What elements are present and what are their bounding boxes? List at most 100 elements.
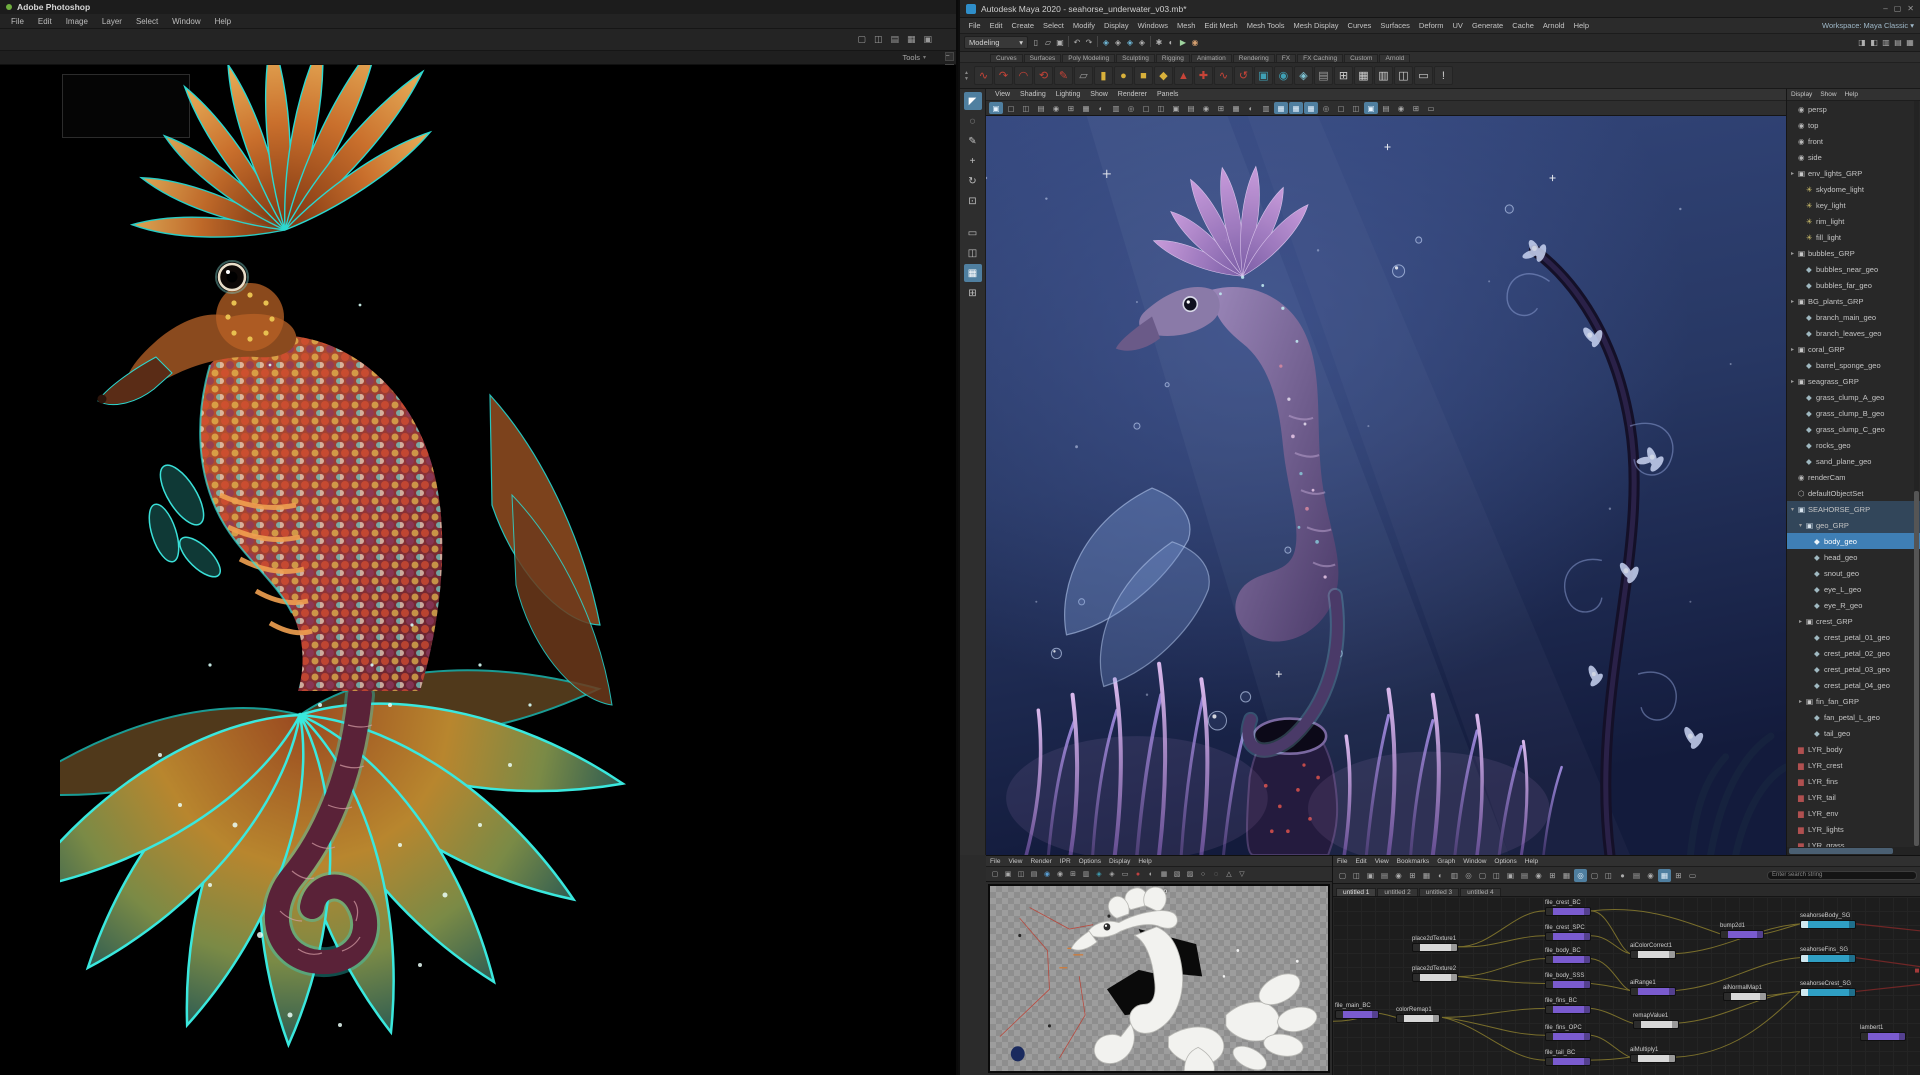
outliner-item[interactable]: ◉ persp [1787, 101, 1920, 117]
menu-item[interactable]: Deform [1414, 21, 1448, 30]
render-view-icon[interactable]: ▭ [1119, 868, 1131, 880]
shelf-tool-icon[interactable]: ▭ [1414, 66, 1433, 85]
node-editor-icon[interactable]: ⊞ [1546, 869, 1559, 882]
panel-menu-item[interactable]: Panels [1152, 91, 1183, 98]
render-view-icon[interactable]: ▤ [1028, 868, 1040, 880]
node-input-port[interactable] [1801, 989, 1808, 996]
node-editor-icon[interactable]: ▤ [1378, 869, 1391, 882]
layout-shortcut-icon[interactable]: ▭ [964, 224, 982, 242]
render-view-icon[interactable]: ▽ [1236, 868, 1248, 880]
shelf-tool-icon[interactable]: ▱ [1074, 66, 1093, 85]
outliner-item[interactable]: ▾ ▣ geo_GRP [1787, 517, 1920, 533]
status-icon[interactable]: ◐ [1165, 36, 1177, 49]
outliner-item[interactable]: ◆ sand_plane_geo [1787, 453, 1920, 469]
node-editor-icon[interactable]: ⊞ [1672, 869, 1685, 882]
outliner-item[interactable]: ▸ ▣ bubbles_GRP [1787, 245, 1920, 261]
shader-node[interactable]: place2dTexture2 [1412, 973, 1458, 982]
shelf-tab[interactable]: Rigging [1156, 54, 1190, 62]
outliner-item[interactable]: ✳ fill_light [1787, 229, 1920, 245]
node-output-port[interactable] [1451, 944, 1457, 951]
shader-node[interactable]: seahorseCrest_SG [1800, 988, 1856, 997]
shader-node[interactable]: aiColorCorrect1 [1630, 950, 1676, 959]
viewport-toggle-icon[interactable]: ◫ [1349, 102, 1363, 114]
status-icon[interactable]: ▱ [1042, 36, 1054, 49]
panel-menu-item[interactable]: Bookmarks [1393, 858, 1434, 865]
node-output-port[interactable] [1584, 1006, 1590, 1013]
shelf-tab[interactable]: Arnold [1379, 54, 1410, 62]
outliner-item[interactable]: ▆ LYR_body [1787, 741, 1920, 757]
node-output-port[interactable] [1899, 1033, 1905, 1040]
outliner-item[interactable]: ▆ LYR_grass [1787, 837, 1920, 847]
outliner-item[interactable]: ▆ LYR_tail [1787, 789, 1920, 805]
node-input-port[interactable] [1631, 951, 1638, 958]
outliner-item[interactable]: ◆ tail_geo [1787, 725, 1920, 741]
viewport-toggle-icon[interactable]: ▦ [1229, 102, 1243, 114]
viewport-toggle-icon[interactable]: ▣ [1364, 102, 1378, 114]
outliner-item[interactable]: ◉ front [1787, 133, 1920, 149]
outliner-vertical-scrollbar[interactable] [1914, 101, 1919, 847]
viewport-toggle-icon[interactable]: ▥ [1109, 102, 1123, 114]
render-view-icon[interactable]: ○ [1197, 868, 1209, 880]
viewport-toggle-icon[interactable]: ◎ [1319, 102, 1333, 114]
node-output-port[interactable] [1584, 956, 1590, 963]
expand-arrow-icon[interactable]: ▾ [1791, 506, 1798, 513]
node-editor-icon[interactable]: ◎ [1574, 869, 1587, 882]
viewport-canvas[interactable] [986, 116, 1786, 855]
render-view-icon[interactable]: ▢ [989, 868, 1001, 880]
node-editor-icon[interactable]: ▤ [1630, 869, 1643, 882]
shader-node[interactable]: bump2d1 [1720, 930, 1764, 939]
layout-shortcut-icon[interactable]: ▦ [964, 264, 982, 282]
menu-item[interactable]: Arnold [1538, 21, 1569, 30]
shelf-tab[interactable]: Poly Modeling [1062, 54, 1115, 62]
node-editor-tab[interactable]: untitled 1 [1336, 888, 1376, 896]
panel-menu-item[interactable]: Shading [1015, 91, 1051, 98]
node-input-port[interactable] [1721, 931, 1728, 938]
panel-menu-item[interactable]: File [986, 858, 1004, 865]
render-view-icon[interactable]: ● [1132, 868, 1144, 880]
node-output-port[interactable] [1672, 1021, 1678, 1028]
menu-item[interactable]: Create [1007, 21, 1039, 30]
render-view-icon[interactable]: ◈ [1093, 868, 1105, 880]
node-input-port[interactable] [1413, 944, 1420, 951]
outliner-item[interactable]: ◆ branch_leaves_geo [1787, 325, 1920, 341]
outliner-item[interactable]: ◆ crest_petal_04_geo [1787, 677, 1920, 693]
panel-menu-item[interactable]: Help [1134, 858, 1155, 865]
node-input-port[interactable] [1861, 1033, 1868, 1040]
shader-node[interactable]: aiRange1 [1630, 987, 1676, 996]
viewport-toggle-icon[interactable]: ▣ [989, 102, 1003, 114]
outliner-item[interactable]: ▸ ▣ coral_GRP [1787, 341, 1920, 357]
node-input-port[interactable] [1634, 1021, 1641, 1028]
node-editor-icon[interactable]: ▥ [1448, 869, 1461, 882]
viewport-toggle-icon[interactable]: ◫ [1019, 102, 1033, 114]
shader-node[interactable]: file_fins_OPC [1545, 1032, 1591, 1041]
panel-menu-item[interactable]: Options [1490, 858, 1520, 865]
outliner-item[interactable]: ▸ ▣ seagrass_GRP [1787, 373, 1920, 389]
node-input-port[interactable] [1397, 1015, 1404, 1022]
shelf-scroll-arrow[interactable]: ▼ [964, 77, 969, 81]
tool-icon[interactable]: ⊡ [964, 192, 982, 210]
shelf-tab[interactable]: Sculpting [1116, 54, 1155, 62]
node-output-port[interactable] [1584, 1058, 1590, 1065]
shelf-tool-icon[interactable]: ! [1434, 66, 1453, 85]
node-editor-icon[interactable]: ◉ [1392, 869, 1405, 882]
node-output-port[interactable] [1849, 955, 1855, 962]
node-output-port[interactable] [1669, 951, 1675, 958]
menu-set-selector[interactable]: Modeling ▾ [964, 36, 1028, 49]
node-editor-icon[interactable]: ◎ [1462, 869, 1475, 882]
outliner-item[interactable]: ◆ eye_L_geo [1787, 581, 1920, 597]
menu-item[interactable]: UV [1448, 21, 1467, 30]
outliner-item[interactable]: ▆ LYR_lights [1787, 821, 1920, 837]
tool-icon[interactable]: + [964, 152, 982, 170]
menu-item[interactable]: Window [165, 17, 207, 26]
sidebar-toggle-icon[interactable]: ◧ [1868, 36, 1880, 49]
render-view-icon[interactable]: ▨ [1184, 868, 1196, 880]
outliner-item[interactable]: ◆ crest_petal_02_geo [1787, 645, 1920, 661]
viewport-toggle-icon[interactable]: ▢ [1334, 102, 1348, 114]
menu-item[interactable]: Edit [985, 21, 1007, 30]
menu-item[interactable]: Mesh [1173, 21, 1200, 30]
shelf-tab[interactable]: Animation [1191, 54, 1232, 62]
shelf-tool-icon[interactable]: ◆ [1154, 66, 1173, 85]
menu-item[interactable]: File [4, 17, 31, 26]
render-view-icon[interactable]: ◫ [1015, 868, 1027, 880]
shelf-tool-icon[interactable]: ▮ [1094, 66, 1113, 85]
